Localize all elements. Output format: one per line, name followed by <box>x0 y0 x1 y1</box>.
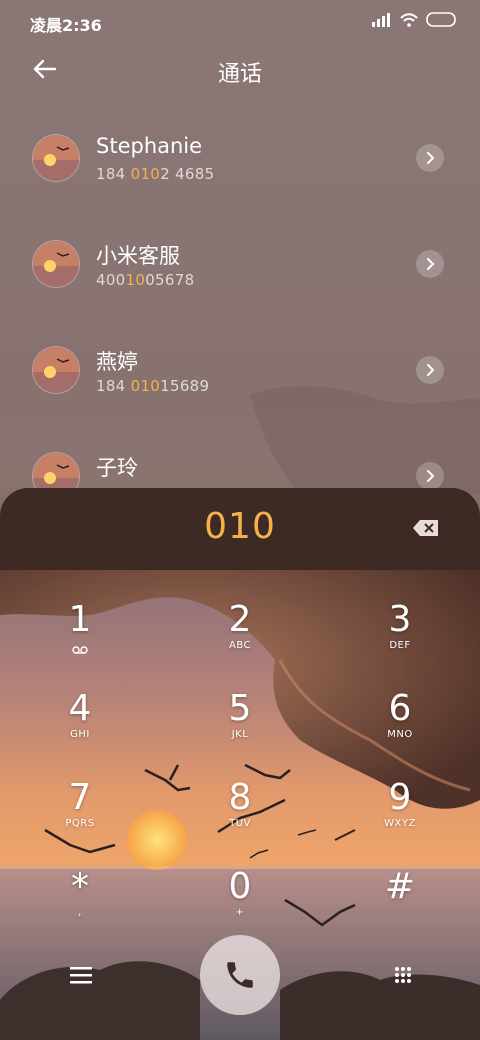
chevron-right-icon <box>427 258 435 270</box>
phone-icon <box>227 962 253 988</box>
keypad-toggle-icon[interactable] <box>394 966 412 984</box>
key-0[interactable]: 0 + <box>160 837 320 925</box>
page-header: 通话 <box>0 44 480 96</box>
status-time: 凌晨2:36 <box>30 16 102 35</box>
call-button[interactable] <box>200 935 280 1015</box>
contact-name: 子玲 <box>96 456 138 480</box>
menu-icon[interactable] <box>70 966 92 984</box>
contact-details-button[interactable] <box>416 144 444 172</box>
chevron-right-icon <box>427 470 435 482</box>
chevron-right-icon <box>427 364 435 376</box>
status-bar: 凌晨2:36 <box>0 0 480 44</box>
backspace-icon[interactable] <box>412 518 440 538</box>
contact-item[interactable]: Stephanie 184 0102 4685 <box>0 104 480 210</box>
key-1[interactable]: 1 <box>0 570 160 658</box>
contact-name: Stephanie <box>96 134 203 158</box>
key-3[interactable]: 3 DEF <box>320 570 480 658</box>
voicemail-icon <box>72 646 88 654</box>
page-title: 通话 <box>217 62 262 87</box>
key-7[interactable]: 7 PQRS <box>0 748 160 836</box>
signal-icon <box>372 13 390 27</box>
key-2[interactable]: 2 ABC <box>160 570 320 658</box>
wifi-icon <box>400 13 418 27</box>
key-9[interactable]: 9 WXYZ <box>320 748 480 836</box>
key-8[interactable]: 8 TUV <box>160 748 320 836</box>
key-star[interactable]: *, <box>0 837 160 925</box>
avatar <box>32 240 80 288</box>
avatar <box>32 346 80 394</box>
key-4[interactable]: 4 GHI <box>0 659 160 747</box>
contact-name: 燕婷 <box>96 350 138 374</box>
key-hash[interactable]: # <box>320 837 480 925</box>
avatar <box>32 134 80 182</box>
key-5[interactable]: 5 JKL <box>160 659 320 747</box>
contact-number: 4001005678 <box>96 271 195 289</box>
contact-details-button[interactable] <box>416 462 444 490</box>
chevron-right-icon <box>427 152 435 164</box>
contact-name: 小米客服 <box>96 244 180 268</box>
contact-number: 184 0102 4685 <box>96 165 215 183</box>
battery-icon <box>426 12 456 27</box>
contact-details-button[interactable] <box>416 250 444 278</box>
key-6[interactable]: 6 MNO <box>320 659 480 747</box>
dialed-number: 010 <box>204 506 276 547</box>
dial-input-panel: 010 <box>0 488 480 570</box>
contact-details-button[interactable] <box>416 356 444 384</box>
contact-number: 184 01015689 <box>96 377 210 395</box>
status-icons <box>372 12 458 28</box>
contact-item[interactable]: 燕婷 184 01015689 <box>0 316 480 422</box>
contact-item[interactable]: 小米客服 4001005678 <box>0 210 480 316</box>
